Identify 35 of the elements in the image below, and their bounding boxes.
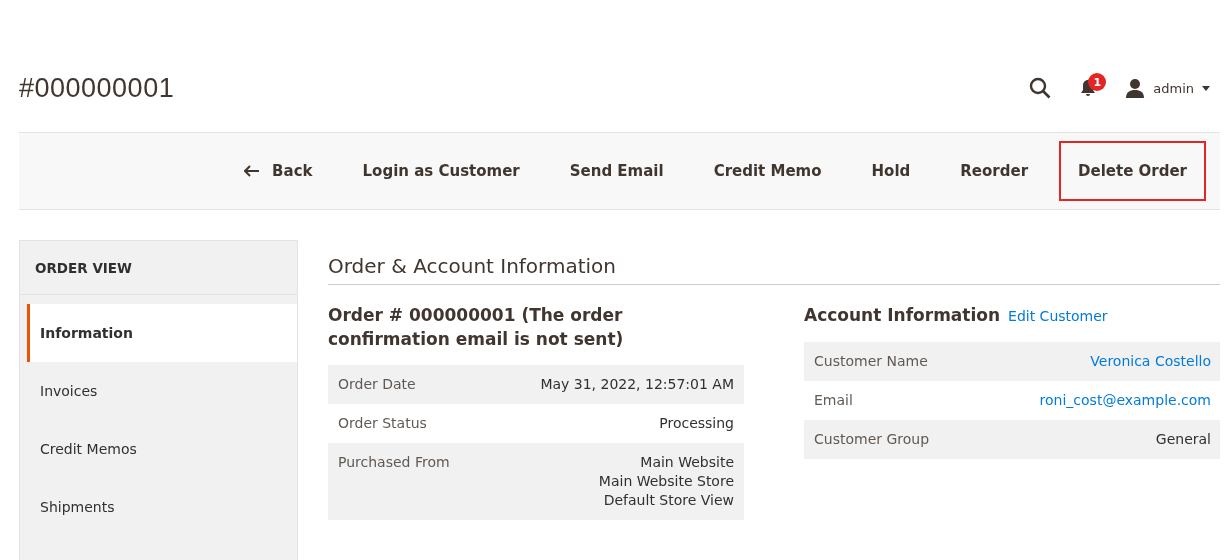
user-icon — [1125, 78, 1146, 98]
user-menu[interactable]: admin — [1125, 78, 1210, 98]
sidebar-item[interactable]: Shipments — [20, 478, 297, 536]
toolbar-button[interactable]: Credit Memo — [694, 141, 841, 201]
toolbar-button[interactable]: Reorder — [941, 141, 1048, 201]
section-title: Order & Account Information — [328, 254, 1220, 285]
value-link[interactable]: Veronica Costello — [1090, 352, 1211, 371]
page-title: #000000001 — [19, 72, 175, 104]
field-value: May 31, 2022, 12:57:01 AM — [540, 375, 734, 394]
field-label: Order Status — [338, 414, 427, 433]
field-label: Email — [814, 391, 853, 410]
sidebar-item[interactable]: Information — [27, 304, 297, 362]
value-link[interactable]: roni_cost@example.com — [1039, 391, 1211, 410]
search-icon[interactable] — [1029, 77, 1052, 99]
edit-customer-link[interactable]: Edit Customer — [1008, 308, 1108, 324]
field-label: Customer Name — [814, 352, 928, 371]
field-value: Main Website Main Website Store Default Store View — [598, 453, 734, 510]
field-label: Purchased From — [338, 453, 450, 472]
sidebar-item[interactable]: Credit Memos — [20, 420, 297, 478]
sidebar-item[interactable]: Invoices — [20, 362, 297, 420]
field-label: Order Date — [338, 375, 416, 394]
toolbar-button[interactable]: Send Email — [550, 141, 683, 201]
arrow-left-icon — [244, 165, 261, 177]
field-value: Processing — [659, 414, 734, 433]
toolbar-button[interactable]: Delete Order — [1059, 141, 1206, 201]
toolbar-button[interactable]: Hold — [852, 141, 930, 201]
sidebar-title: ORDER VIEW — [20, 241, 297, 295]
account-title: Account Information — [804, 305, 1001, 325]
caret-icon — [1202, 85, 1210, 91]
notification-count: 1 — [1088, 73, 1107, 91]
toolbar-button[interactable]: Login as Customer — [343, 141, 539, 201]
order-title: Order # 000000001 (The order confirmation email is not sent) — [328, 304, 625, 351]
field-value: General — [1155, 430, 1211, 449]
back-button[interactable]: Back — [225, 141, 332, 201]
field-label: Customer Group — [814, 430, 930, 449]
